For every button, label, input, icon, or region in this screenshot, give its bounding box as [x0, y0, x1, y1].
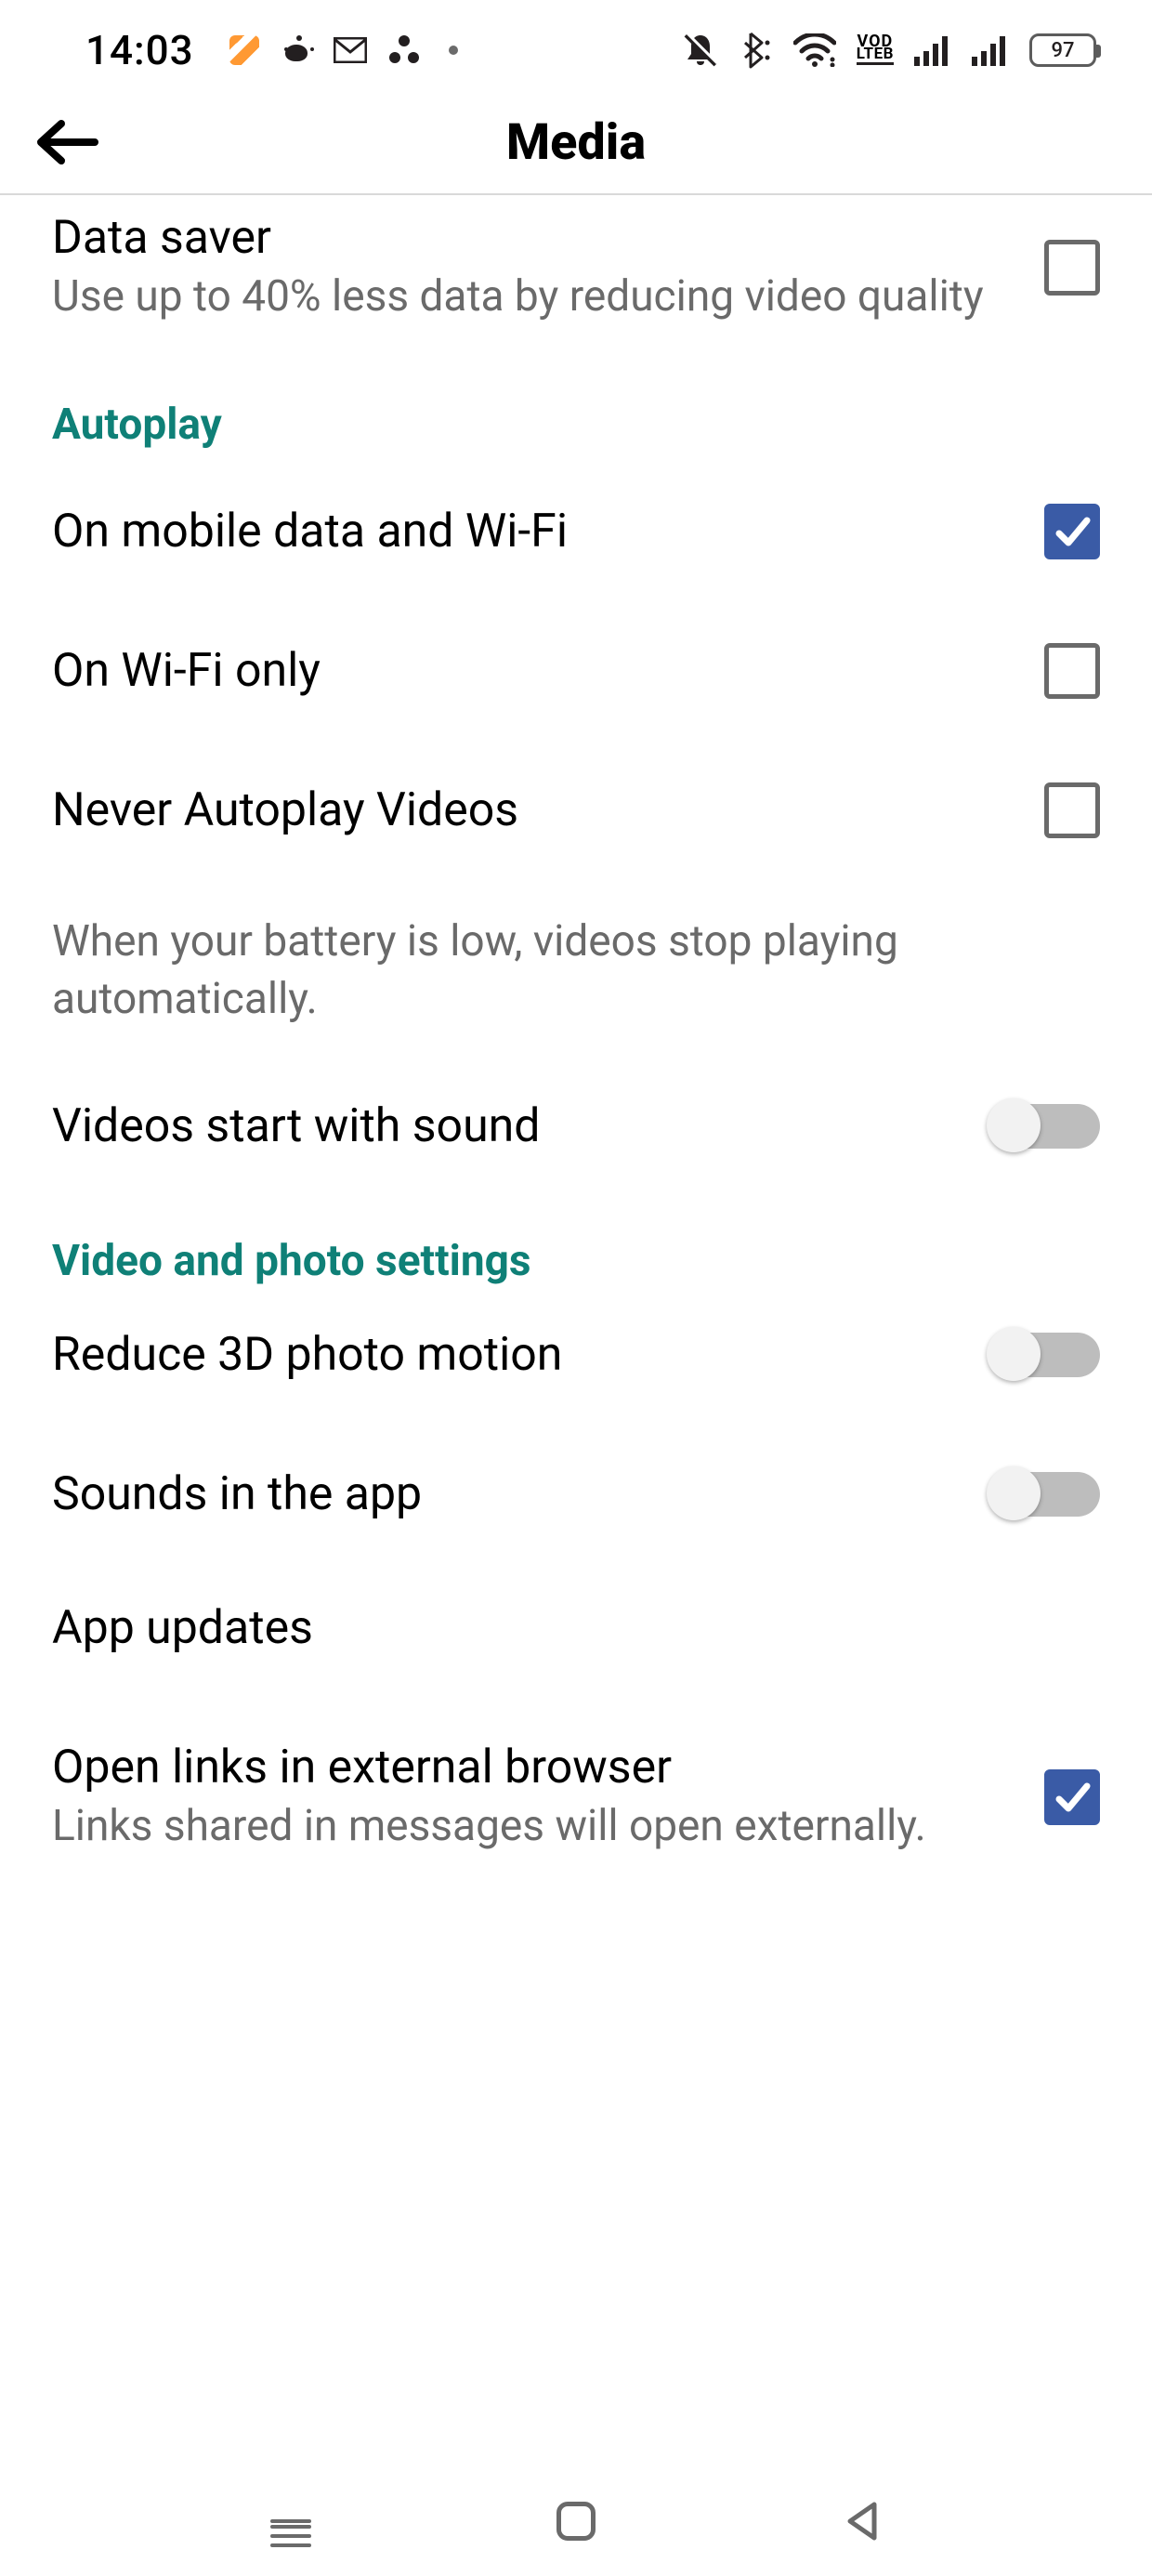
- status-bar-left: 14:03: [85, 26, 458, 74]
- status-time: 14:03: [85, 26, 194, 74]
- page-title: Media: [0, 113, 1152, 172]
- autoplay-option-label: On mobile data and Wi-Fi: [52, 504, 568, 559]
- setting-reduce-3d-motion[interactable]: Reduce 3D photo motion: [0, 1294, 1152, 1414]
- square-icon: [556, 2502, 596, 2541]
- checkbox-open-links[interactable]: [1044, 1769, 1100, 1825]
- autoplay-option-label: On Wi-Fi only: [52, 643, 321, 699]
- setting-data-saver-text: Data saver Use up to 40% less data by re…: [52, 210, 1044, 325]
- stripes-icon: [229, 35, 259, 65]
- autoplay-option-wifi-only[interactable]: On Wi-Fi only: [0, 597, 1152, 736]
- setting-reduce-3d-label: Reduce 3D photo motion: [52, 1327, 562, 1383]
- system-nav-bar: [0, 2466, 1152, 2576]
- setting-videos-sound[interactable]: Videos start with sound: [0, 1046, 1152, 1186]
- arrow-left-icon: [33, 116, 100, 168]
- triangle-left-icon: [843, 2501, 880, 2542]
- checkbox-autoplay-wifi-only[interactable]: [1044, 643, 1100, 699]
- setting-videos-sound-label: Videos start with sound: [52, 1098, 540, 1154]
- switch-videos-sound[interactable]: [988, 1104, 1100, 1149]
- status-bar: 14:03 VOD LTEB 97: [0, 0, 1152, 91]
- setting-open-links-text: Open links in external browser Links sha…: [52, 1740, 1044, 1855]
- setting-data-saver-subtitle: Use up to 40% less data by reducing vide…: [52, 269, 1007, 325]
- section-heading-video-photo: Video and photo settings: [0, 1186, 1152, 1294]
- setting-sounds-in-app-label: Sounds in the app: [52, 1466, 422, 1522]
- setting-app-updates-label: App updates: [52, 1600, 1100, 1656]
- setting-open-links-subtitle: Links shared in messages will open exter…: [52, 1799, 1007, 1855]
- setting-sounds-in-app[interactable]: Sounds in the app: [0, 1414, 1152, 1554]
- checkbox-autoplay-never[interactable]: [1044, 782, 1100, 838]
- autoplay-help-text: When your battery is low, videos stop pl…: [0, 875, 1152, 1046]
- gmail-icon: [334, 37, 367, 63]
- nav-back-button[interactable]: [831, 2491, 891, 2551]
- checkbox-autoplay-mobile-wifi[interactable]: [1044, 504, 1100, 559]
- wifi-icon: [793, 33, 836, 67]
- volte-icon: VOD LTEB: [857, 35, 894, 66]
- signal-bars-icon-2: [972, 34, 1009, 66]
- section-heading-autoplay: Autoplay: [0, 349, 1152, 457]
- checkbox-data-saver[interactable]: [1044, 240, 1100, 296]
- three-dots-icon: [387, 33, 421, 67]
- setting-open-links-title: Open links in external browser: [52, 1740, 1007, 1795]
- battery-pct: 97: [1051, 39, 1074, 62]
- switch-sounds-in-app[interactable]: [988, 1472, 1100, 1517]
- signal-bars-icon-1: [914, 34, 951, 66]
- settings-content[interactable]: Data saver Use up to 40% less data by re…: [0, 195, 1152, 1879]
- autoplay-option-label: Never Autoplay Videos: [52, 782, 518, 838]
- reddit-icon: [280, 33, 313, 67]
- bell-mute-icon: [682, 32, 719, 69]
- setting-data-saver[interactable]: Data saver Use up to 40% less data by re…: [0, 195, 1152, 349]
- setting-app-updates[interactable]: App updates: [0, 1554, 1152, 1702]
- battery-icon: 97: [1029, 33, 1096, 67]
- hamburger-icon: [270, 2519, 311, 2523]
- setting-data-saver-title: Data saver: [52, 210, 1007, 266]
- status-bar-right: VOD LTEB 97: [682, 30, 1096, 71]
- app-bar: Media: [0, 91, 1152, 195]
- autoplay-option-mobile-wifi[interactable]: On mobile data and Wi-Fi: [0, 457, 1152, 597]
- nav-home-button[interactable]: [546, 2491, 606, 2551]
- switch-reduce-3d[interactable]: [988, 1333, 1100, 1377]
- dot-icon: [449, 46, 458, 55]
- back-button[interactable]: [22, 98, 111, 187]
- nav-recents-button[interactable]: [261, 2491, 321, 2551]
- autoplay-option-never[interactable]: Never Autoplay Videos: [0, 736, 1152, 875]
- setting-open-links-external[interactable]: Open links in external browser Links sha…: [0, 1702, 1152, 1879]
- bluetooth-icon: [740, 30, 773, 71]
